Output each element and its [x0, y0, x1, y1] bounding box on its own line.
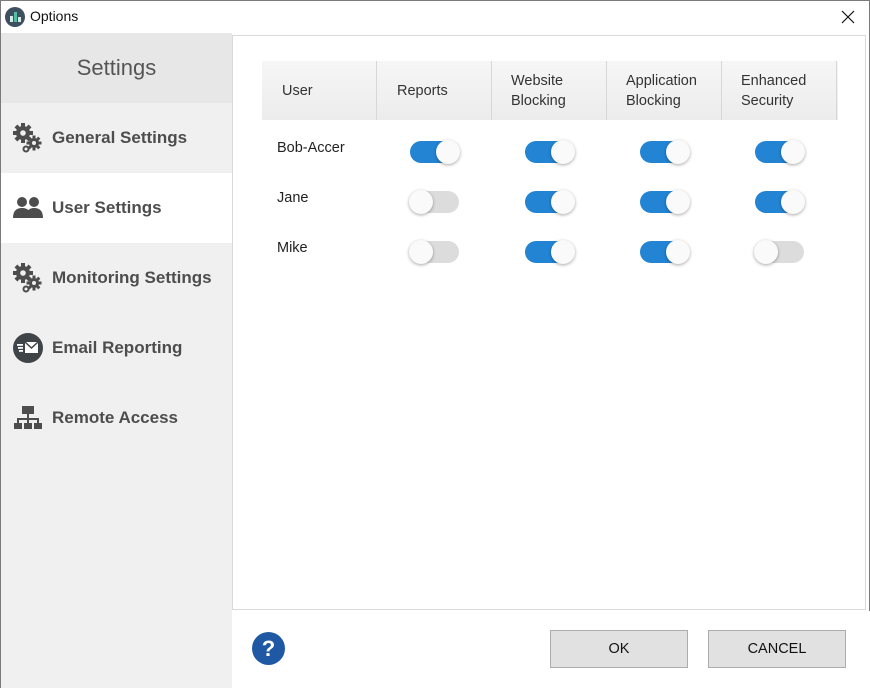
- close-icon: [841, 10, 855, 24]
- toggle-knob: [781, 140, 805, 164]
- dialog-footer: ? OK CANCEL: [232, 611, 870, 688]
- window-title: Options: [30, 8, 79, 24]
- bar-chart-app-icon: [5, 7, 25, 27]
- options-window: Options Settings General Settings User S…: [0, 0, 870, 688]
- user-settings-panel: User Reports Website Blocking Application…: [232, 35, 866, 610]
- column-header-reports: Reports: [377, 61, 492, 120]
- network-icon: [12, 402, 44, 434]
- toggle-knob: [436, 140, 460, 164]
- table-row: Jane: [262, 170, 838, 220]
- column-header-website-blocking: Website Blocking: [492, 61, 607, 120]
- toggle-application-blocking[interactable]: [640, 190, 690, 214]
- table-row: Bob-Accer: [262, 120, 838, 170]
- toggle-cell: [722, 220, 837, 270]
- toggle-application-blocking[interactable]: [640, 140, 690, 164]
- column-header-user: User: [262, 61, 377, 120]
- toggle-cell: [377, 170, 492, 220]
- table-header: User Reports Website Blocking Application…: [262, 61, 838, 120]
- column-header-enhanced-security: Enhanced Security: [722, 61, 837, 120]
- column-header-application-blocking: Application Blocking: [607, 61, 722, 120]
- toggle-reports[interactable]: [410, 140, 460, 164]
- toggle-website-blocking[interactable]: [525, 140, 575, 164]
- sidebar: Settings General Settings User Settings …: [1, 33, 232, 688]
- user-name: Mike: [277, 240, 308, 256]
- toggle-knob: [754, 240, 778, 264]
- email-icon: [12, 332, 44, 364]
- user-name: Bob-Accer: [277, 140, 345, 156]
- sidebar-item-monitoring-settings[interactable]: Monitoring Settings: [1, 243, 232, 313]
- toggle-knob: [409, 240, 433, 264]
- toggle-knob: [781, 190, 805, 214]
- user-name: Jane: [277, 190, 309, 206]
- toggle-enhanced-security[interactable]: [755, 140, 805, 164]
- users-icon: [12, 192, 44, 224]
- toggle-cell: [377, 120, 492, 170]
- toggle-knob: [666, 190, 690, 214]
- sidebar-item-remote-access[interactable]: Remote Access: [1, 383, 232, 453]
- table-row: Mike: [262, 220, 838, 270]
- toggle-reports[interactable]: [409, 240, 459, 264]
- ok-button[interactable]: OK: [550, 630, 688, 668]
- help-icon: ?: [261, 635, 276, 661]
- toggle-cell: [607, 170, 722, 220]
- sidebar-item-general-settings[interactable]: General Settings: [1, 103, 232, 173]
- toggle-cell: [607, 220, 722, 270]
- toggle-knob: [551, 140, 575, 164]
- toggle-knob: [409, 190, 433, 214]
- toggle-application-blocking[interactable]: [640, 240, 690, 264]
- toggle-reports[interactable]: [409, 190, 459, 214]
- toggle-cell: [492, 120, 607, 170]
- sidebar-item-label: Monitoring Settings: [52, 268, 212, 287]
- sidebar-title: Settings: [1, 33, 232, 103]
- toggle-cell: [492, 220, 607, 270]
- toggle-enhanced-security[interactable]: [755, 190, 805, 214]
- toggle-website-blocking[interactable]: [525, 240, 575, 264]
- toggle-cell: [607, 120, 722, 170]
- toggle-enhanced-security[interactable]: [754, 240, 804, 264]
- toggle-knob: [551, 190, 575, 214]
- toggle-knob: [666, 240, 690, 264]
- user-permissions-table: User Reports Website Blocking Application…: [262, 61, 838, 270]
- toggle-cell: [722, 170, 837, 220]
- sidebar-item-email-reporting[interactable]: Email Reporting: [1, 313, 232, 383]
- sidebar-item-label: User Settings: [52, 198, 162, 217]
- toggle-knob: [551, 240, 575, 264]
- title-bar: Options: [1, 1, 869, 33]
- sidebar-item-label: Email Reporting: [52, 338, 183, 357]
- help-button[interactable]: ?: [252, 632, 285, 665]
- close-button[interactable]: [833, 5, 863, 29]
- sidebar-item-label: General Settings: [52, 128, 188, 147]
- gears-icon: [12, 122, 44, 154]
- toggle-cell: [492, 170, 607, 220]
- sidebar-item-user-settings[interactable]: User Settings: [1, 173, 232, 243]
- toggle-website-blocking[interactable]: [525, 190, 575, 214]
- toggle-cell: [377, 220, 492, 270]
- cancel-button[interactable]: CANCEL: [708, 630, 846, 668]
- sidebar-item-label: Remote Access: [52, 408, 178, 427]
- gears-icon: [12, 262, 44, 294]
- toggle-cell: [722, 120, 837, 170]
- toggle-knob: [666, 140, 690, 164]
